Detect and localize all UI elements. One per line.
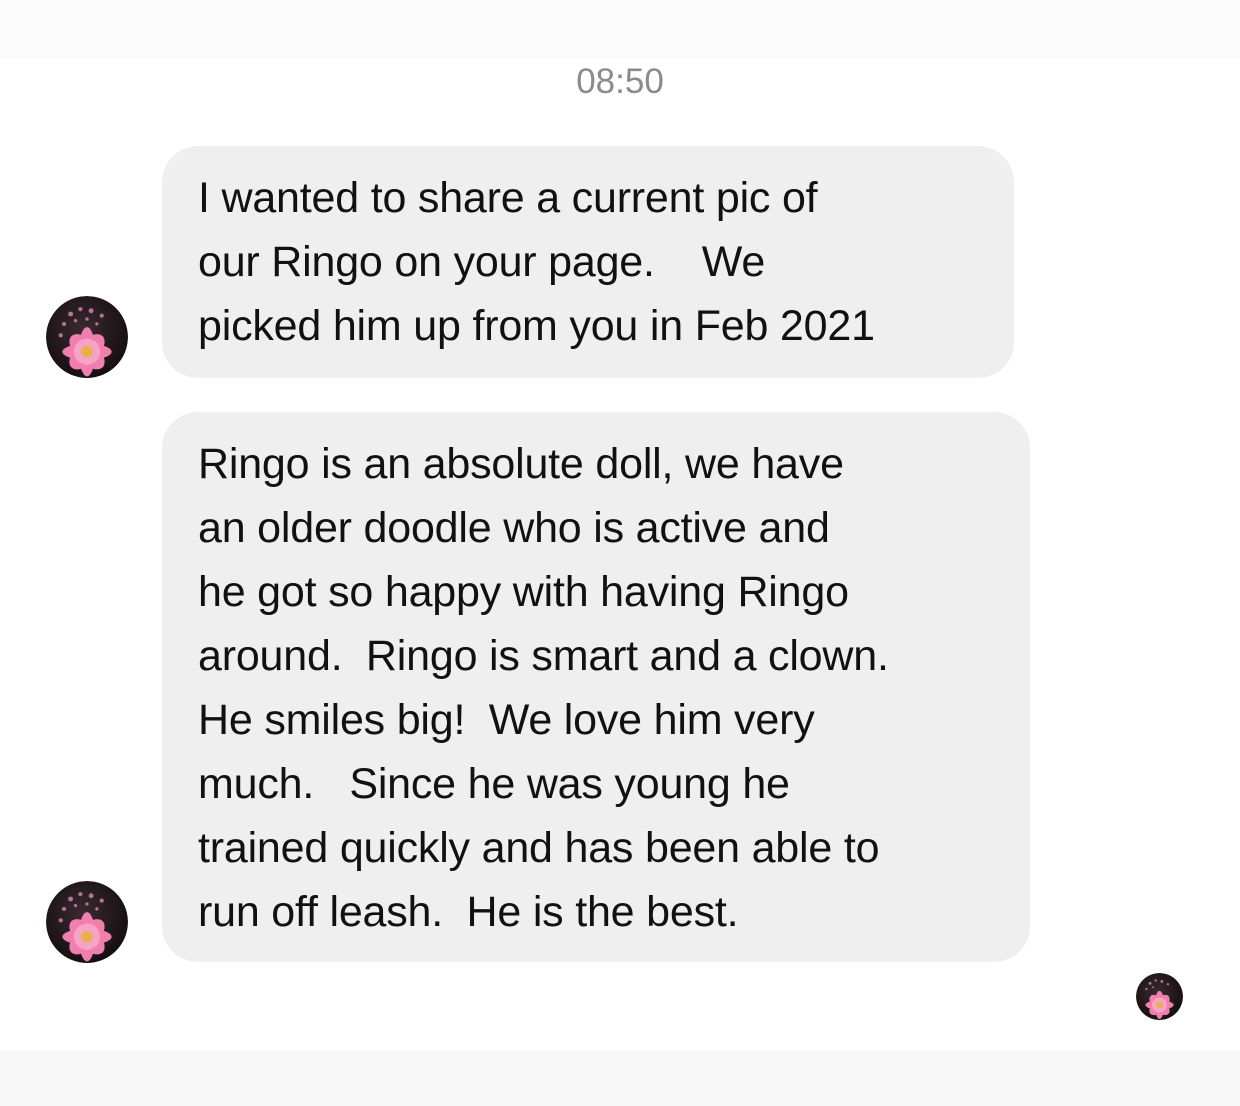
- message-timestamp: 08:50: [576, 62, 664, 101]
- message-line: picked him up from you in Feb 2021: [198, 302, 875, 350]
- message-line: much. Since he was young he: [198, 760, 790, 808]
- message-bubble[interactable]: Ringo is an absolute doll, we have an ol…: [162, 412, 1030, 962]
- message-line: He smiles big! We love him very: [198, 696, 815, 744]
- sender-avatar[interactable]: [46, 881, 128, 963]
- message-line: Ringo is an absolute doll, we have: [198, 440, 844, 488]
- message-line: around. Ringo is smart and a clown.: [198, 632, 889, 680]
- message-line: an older doodle who is active and: [198, 504, 830, 552]
- pink-flower-avatar-icon: [46, 296, 128, 378]
- message-line: I wanted to share a current pic of: [198, 174, 818, 222]
- bottom-bar: [0, 1050, 1240, 1106]
- pink-flower-avatar-icon: [46, 881, 128, 963]
- message-line: run off leash. He is the best.: [198, 888, 739, 936]
- sender-avatar[interactable]: [46, 296, 128, 378]
- message-line: trained quickly and has been able to: [198, 824, 880, 872]
- message-line: our Ringo on your page. We: [198, 238, 766, 286]
- message-line: he got so happy with having Ringo: [198, 568, 849, 616]
- top-bar: [0, 0, 1240, 58]
- chat-window: 08:50 I wanted to share a current pic of…: [0, 0, 1240, 1106]
- read-receipt-avatar: [1136, 973, 1183, 1020]
- pink-flower-avatar-icon: [1136, 973, 1183, 1020]
- message-bubble[interactable]: I wanted to share a current pic of our R…: [162, 146, 1014, 378]
